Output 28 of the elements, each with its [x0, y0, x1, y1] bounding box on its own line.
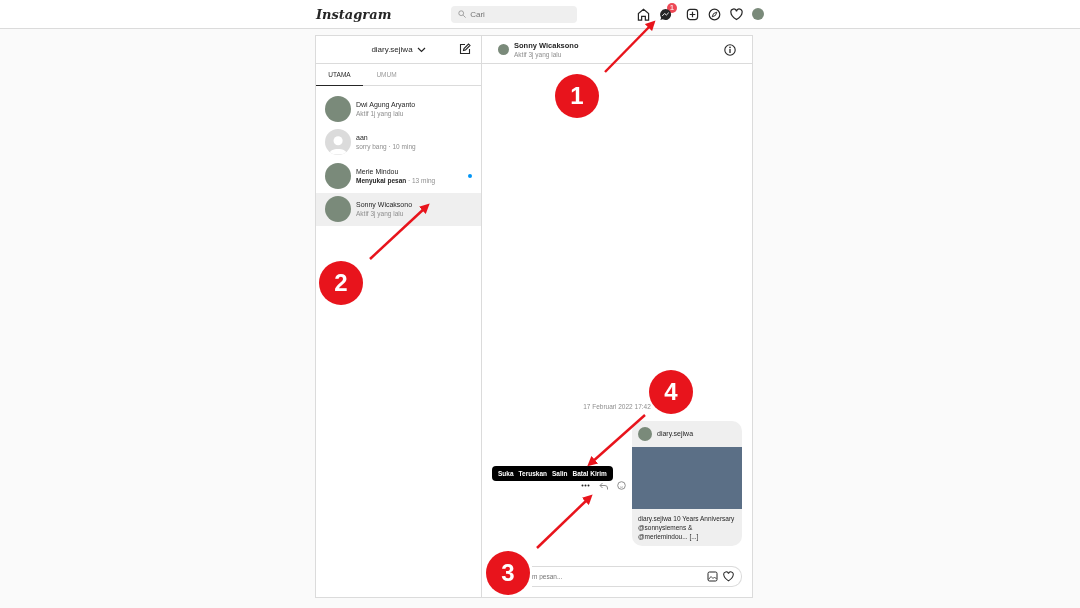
annotation-arrow	[587, 414, 646, 467]
post-author-avatar	[638, 426, 652, 441]
avatar-photo	[325, 196, 351, 223]
image-icon[interactable]	[707, 571, 718, 582]
search-icon	[458, 10, 467, 18]
home-icon[interactable]	[637, 7, 650, 21]
contact-avatar[interactable]	[498, 44, 509, 55]
heart-icon[interactable]	[730, 7, 743, 21]
heart-icon[interactable]	[723, 571, 734, 582]
avatar-photo	[325, 95, 351, 122]
avatar-placeholder-icon	[325, 129, 351, 156]
emoji-icon[interactable]	[617, 481, 626, 490]
new-post-icon[interactable]	[686, 7, 699, 21]
profile-avatar[interactable]	[752, 8, 764, 20]
annotation-arrow	[536, 494, 593, 549]
account-name[interactable]: diary.sejiwa	[371, 45, 413, 54]
notification-badge: 1	[667, 2, 677, 13]
compose-icon[interactable]	[459, 43, 471, 55]
messenger-icon[interactable]	[659, 7, 672, 21]
annotation-arrow	[604, 20, 656, 73]
reply-icon[interactable]	[599, 481, 608, 490]
avatar-photo	[325, 162, 351, 189]
search-field[interactable]: Cari	[451, 5, 578, 23]
more-options-icon[interactable]	[581, 484, 590, 487]
chevron-down-icon[interactable]	[416, 46, 426, 53]
compass-icon[interactable]	[708, 7, 721, 21]
info-icon[interactable]	[724, 43, 736, 56]
logo[interactable]: Instagram	[316, 6, 392, 22]
